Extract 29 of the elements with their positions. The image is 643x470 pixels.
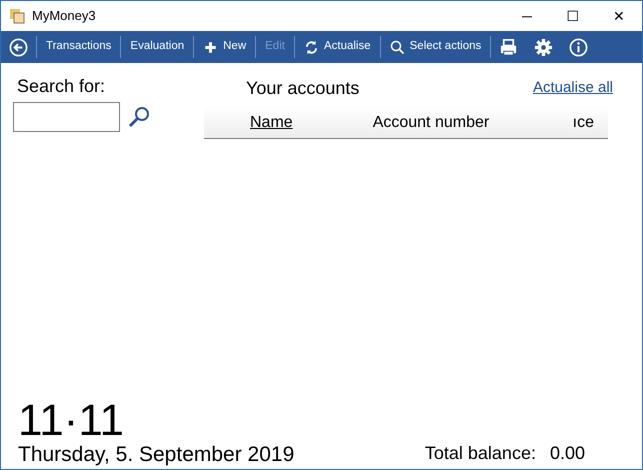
- total-balance-label: Total balance:: [424, 442, 536, 465]
- search-field[interactable]: [13, 102, 120, 132]
- gear-icon[interactable]: [534, 38, 554, 56]
- maximize-button[interactable]: ☐: [550, 1, 596, 31]
- search-icon: [390, 40, 405, 54]
- actualise-all-link[interactable]: Actualise all: [532, 77, 613, 100]
- search-label: Search for:: [17, 75, 106, 98]
- column-header[interactable]: Account number: [372, 110, 490, 134]
- window-title: MyMoney3: [32, 7, 96, 26]
- app-icon: [9, 8, 25, 24]
- back-icon[interactable]: [9, 38, 28, 56]
- toolbar-button[interactable]: Evaluation: [121, 31, 194, 63]
- close-button[interactable]: ✕: [596, 1, 642, 31]
- column-header[interactable]: Name: [250, 110, 293, 134]
- plus-icon: [203, 40, 218, 54]
- column-header[interactable]: ıce: [572, 110, 594, 134]
- toolbar-button[interactable]: Actualise: [294, 31, 380, 63]
- section-title: Your accounts: [246, 77, 360, 100]
- toolbar-button[interactable]: Select actions: [380, 31, 490, 63]
- search-icon[interactable]: [128, 106, 150, 128]
- clock-time: 11·11: [18, 399, 126, 443]
- total-balance-value: 0.00: [550, 442, 585, 465]
- toolbar-button[interactable]: New: [194, 31, 256, 63]
- info-icon[interactable]: [569, 38, 588, 56]
- printer-icon[interactable]: [499, 38, 518, 56]
- date-text: Thursday, 5. September 2019: [18, 443, 294, 467]
- toolbar-button[interactable]: Transactions: [37, 31, 120, 63]
- refresh-icon: [304, 40, 319, 54]
- minimize-button[interactable]: ─: [504, 1, 550, 31]
